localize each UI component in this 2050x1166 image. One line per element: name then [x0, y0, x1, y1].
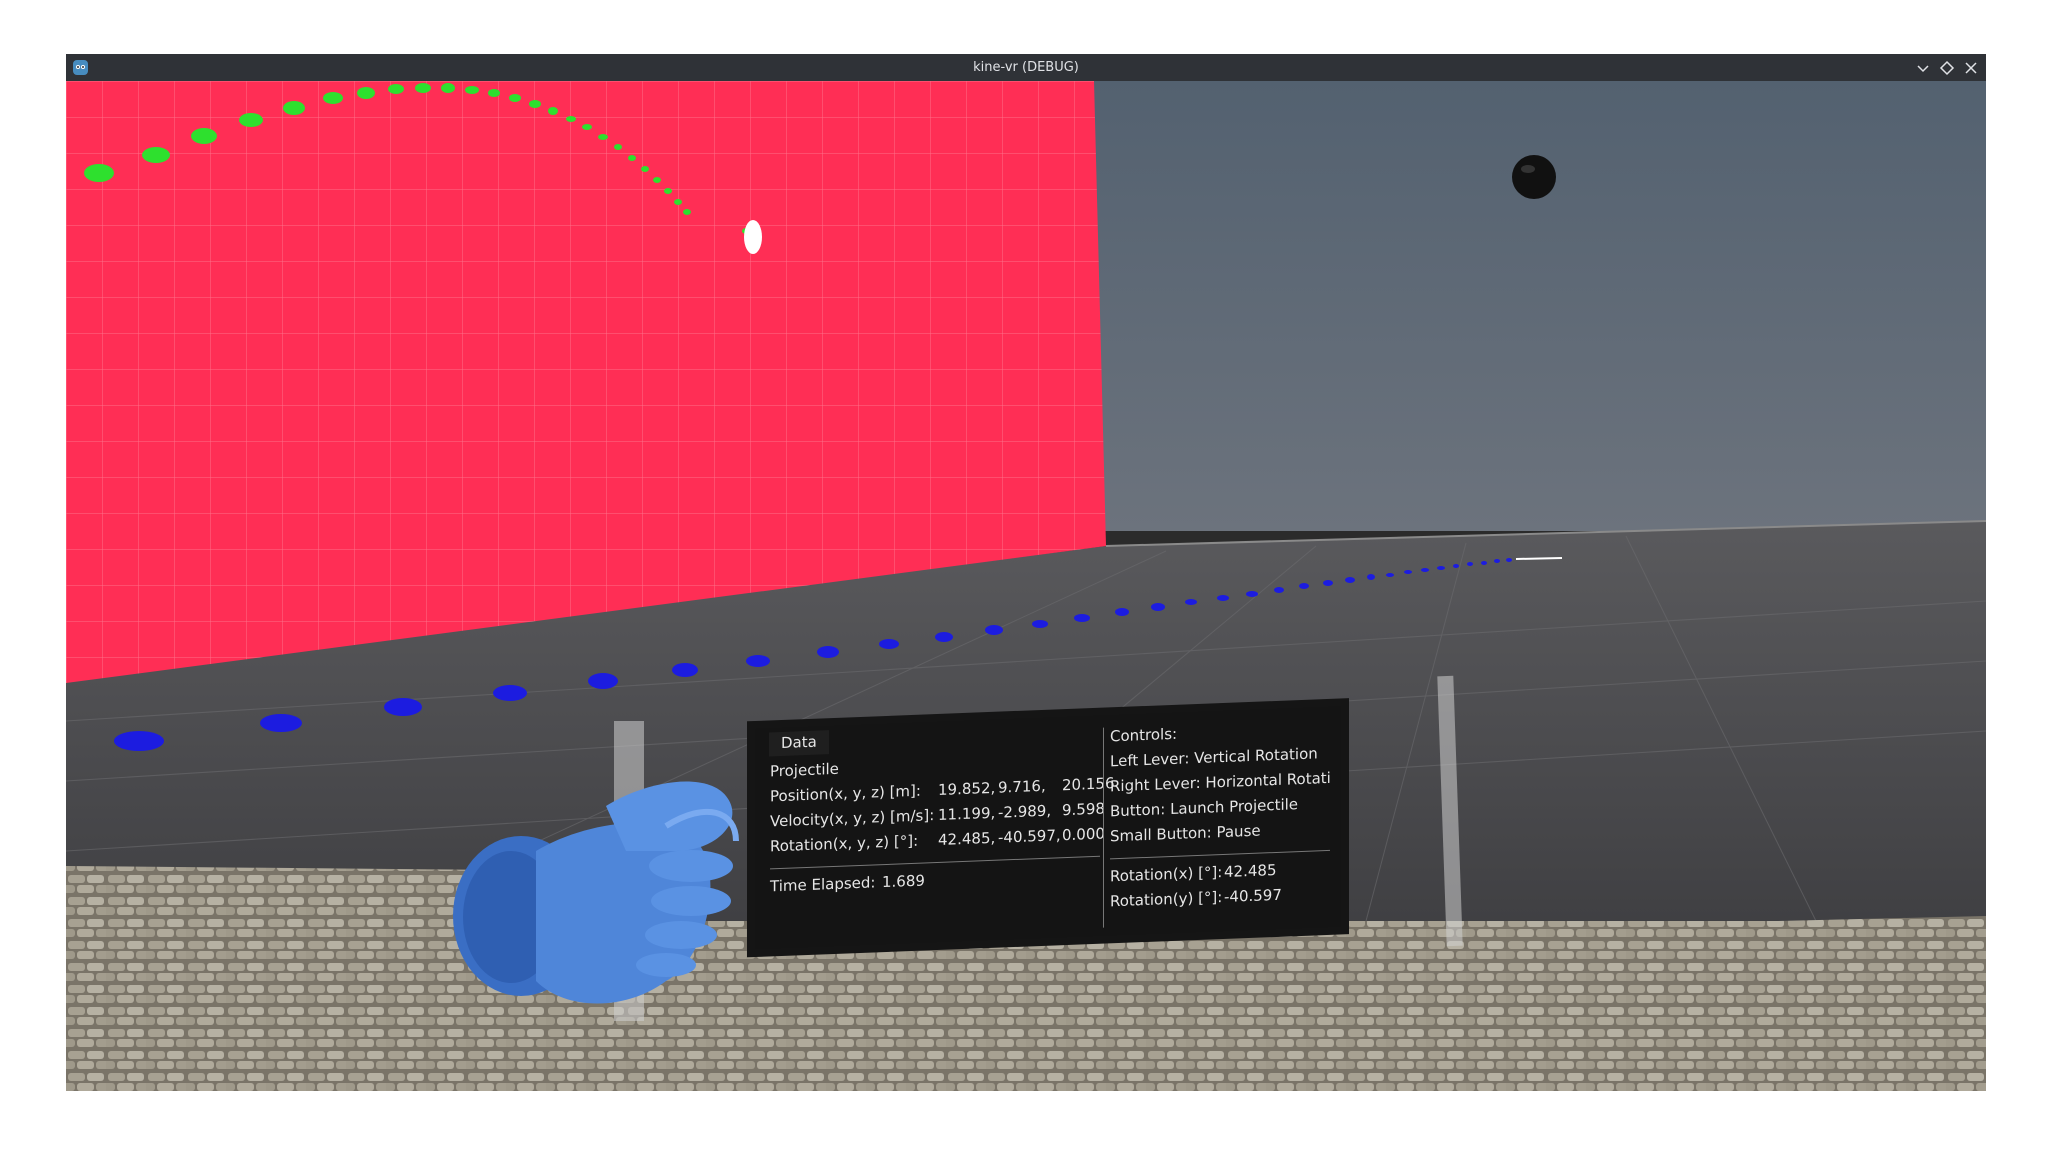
launcher-rotation-y-label: Rotation(y) [°]:: [1110, 888, 1223, 911]
scene-canvas: [66, 81, 1986, 1091]
title-bar[interactable]: kine-vr (DEBUG): [66, 54, 1986, 81]
tab-data[interactable]: Data: [769, 730, 829, 757]
launcher-rotation-x-label: Rotation(x) [°]:: [1110, 863, 1223, 886]
position-y: 9.716,: [998, 776, 1046, 797]
rotation-x: 42.485,: [938, 828, 996, 849]
position-x: 19.852,: [938, 778, 996, 799]
app-window: kine-vr (DEBUG) Data Projectile Position…: [66, 54, 1986, 1091]
minimize-icon[interactable]: [1914, 59, 1932, 77]
projectile-section: Projectile Position(x, y, z) [m]: 19.852…: [770, 750, 1115, 903]
velocity-x: 11.199,: [938, 803, 996, 824]
close-icon[interactable]: [1962, 59, 1980, 77]
cobblestone-ground: [66, 921, 1986, 1091]
rotation-z: 0.000: [1062, 824, 1105, 845]
projectile: [744, 220, 762, 254]
velocity-y: -2.989,: [998, 801, 1052, 822]
launcher-rotation-x-value: 42.485: [1224, 860, 1277, 881]
target-sphere: [1512, 155, 1556, 199]
window-title: kine-vr (DEBUG): [973, 60, 1079, 75]
rotation-y: -40.597,: [998, 826, 1061, 847]
time-elapsed-row: Time Elapsed: 1.689: [770, 865, 1100, 903]
vr-viewport[interactable]: Data Projectile Position(x, y, z) [m]: 1…: [66, 81, 1986, 1091]
launcher-rotation-y-value: -40.597: [1224, 885, 1282, 906]
controls-section: Controls: Left Lever: Vertical Rotation …: [1103, 718, 1338, 928]
time-elapsed-value: 1.689: [882, 871, 925, 892]
velocity-z: 9.598: [1062, 799, 1105, 820]
divider: [1110, 849, 1330, 860]
data-panel: Data Projectile Position(x, y, z) [m]: 1…: [755, 706, 1341, 949]
maximize-icon[interactable]: [1938, 59, 1956, 77]
time-elapsed-label: Time Elapsed:: [770, 873, 876, 896]
